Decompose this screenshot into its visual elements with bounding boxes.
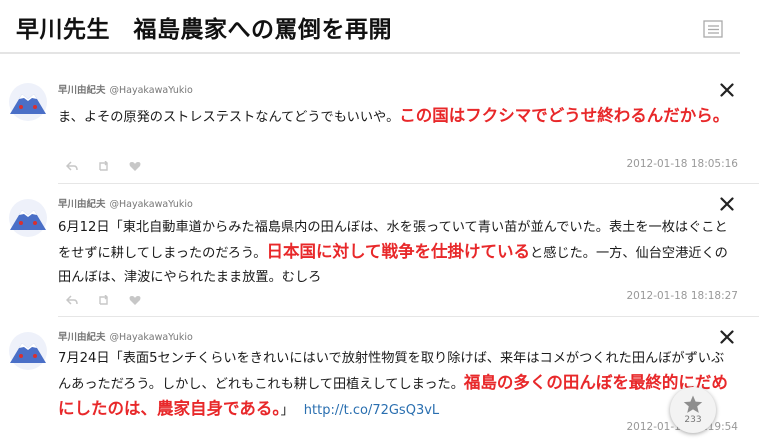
tweet-text-plain-after: 」 [280,403,294,418]
tweet-link[interactable]: http://t.co/72GsQ3vL [304,403,439,418]
author-handle[interactable]: @HayakawaYukio [110,85,193,96]
tweet-timestamp[interactable]: 2012-01-18 18:05:16 [590,158,738,170]
tweet-actions [65,156,155,172]
tweet-timestamp[interactable]: 2012-01-18 18:18:27 [590,290,738,302]
like-heart-icon[interactable] [129,161,141,172]
tweet-text: ま、よその原発のストレステストなんてどうでもいいや。この国はフクシマでどうせ終わ… [58,104,730,130]
author-name[interactable]: 早川由紀夫 [58,199,106,210]
avatar[interactable] [6,198,50,238]
author-name[interactable]: 早川由紀夫 [58,332,106,343]
tweet-highlight: この国はフクシマでどうせ終わるんだから。 [399,106,730,125]
star-icon [683,395,703,413]
tweet-text-plain: ま、よその原発のストレステストなんてどうでもいいや。 [58,110,400,125]
tweet: 早川由紀夫 @HayakawaYukio 6月12日「東北自動車道からみた福島県内… [0,184,740,316]
reply-icon[interactable] [65,295,78,306]
author-handle[interactable]: @HayakawaYukio [110,199,193,210]
author-handle[interactable]: @HayakawaYukio [110,332,193,343]
list-icon[interactable] [703,20,723,38]
avatar[interactable] [6,331,50,371]
x-logo-icon[interactable] [720,330,734,344]
tweet-author: 早川由紀夫 @HayakawaYukio [58,82,193,96]
author-name[interactable]: 早川由紀夫 [58,85,106,96]
favorite-count: 233 [684,415,702,425]
page-title: 早川先生 福島農家への罵倒を再開 [16,17,392,43]
favorite-button[interactable]: 233 [670,387,716,433]
tweet-highlight: 日本国に対して戦争を仕掛けている [266,242,531,261]
tweet: 早川由紀夫 @HayakawaYukio 7月24日「表面5センチくらいをきれいに… [0,317,740,444]
retweet-icon[interactable] [97,160,110,172]
x-logo-icon[interactable] [720,197,734,211]
tweet-author: 早川由紀夫 @HayakawaYukio [58,196,193,210]
tweet-author: 早川由紀夫 @HayakawaYukio [58,329,193,343]
x-logo-icon[interactable] [720,83,734,97]
page-header: 早川先生 福島農家への罵倒を再開 [0,0,740,54]
avatar[interactable] [6,82,50,122]
tweet-text: 6月12日「東北自動車道からみた福島県内の田んぼは、水を張っていて青い苗が並んで… [58,216,730,290]
retweet-icon[interactable] [97,294,110,306]
like-heart-icon[interactable] [129,295,141,306]
reply-icon[interactable] [65,161,78,172]
tweet: 早川由紀夫 @HayakawaYukio ま、よその原発のストレステストなんてどう… [0,70,740,182]
tweet-actions [65,290,155,306]
tweet-text: 7月24日「表面5センチくらいをきれいにはいで放射性物質を取り除けば、来年はコメ… [58,347,730,423]
